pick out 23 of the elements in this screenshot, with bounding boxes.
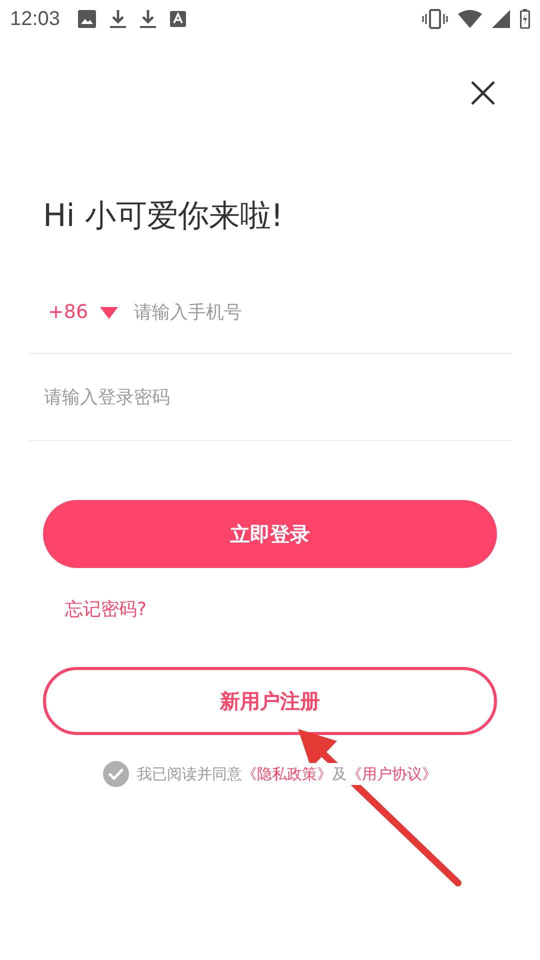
privacy-policy-link[interactable]: 《隐私政策》 xyxy=(242,764,332,783)
vibrate-icon xyxy=(422,9,448,29)
register-button[interactable]: 新用户注册 xyxy=(43,667,497,735)
download-icon xyxy=(140,9,156,29)
dropdown-icon[interactable] xyxy=(100,306,118,318)
close-icon[interactable] xyxy=(470,80,496,106)
battery-icon xyxy=(520,9,530,29)
font-icon xyxy=(170,11,186,27)
forgot-password-link[interactable]: 忘记密码? xyxy=(65,599,147,620)
status-time: 12:03 xyxy=(10,7,60,32)
password-field[interactable]: 请输入登录密码 xyxy=(44,384,512,410)
download-icon xyxy=(110,9,126,29)
agreement-text: 及 xyxy=(332,764,347,783)
login-button[interactable]: 立即登录 xyxy=(43,500,497,568)
signal-icon xyxy=(492,10,510,28)
greeting: Hi 小可爱你来啦! xyxy=(43,197,284,236)
wifi-icon xyxy=(458,10,482,28)
user-agreement-link[interactable]: 《用户协议》 xyxy=(347,764,437,783)
image-icon xyxy=(78,10,96,28)
checkbox[interactable] xyxy=(103,761,129,787)
agreement-text: 我已阅读并同意 xyxy=(137,764,242,783)
country-code[interactable]: +86 xyxy=(48,298,88,327)
phone-field[interactable]: 请输入手机号 xyxy=(134,299,512,326)
